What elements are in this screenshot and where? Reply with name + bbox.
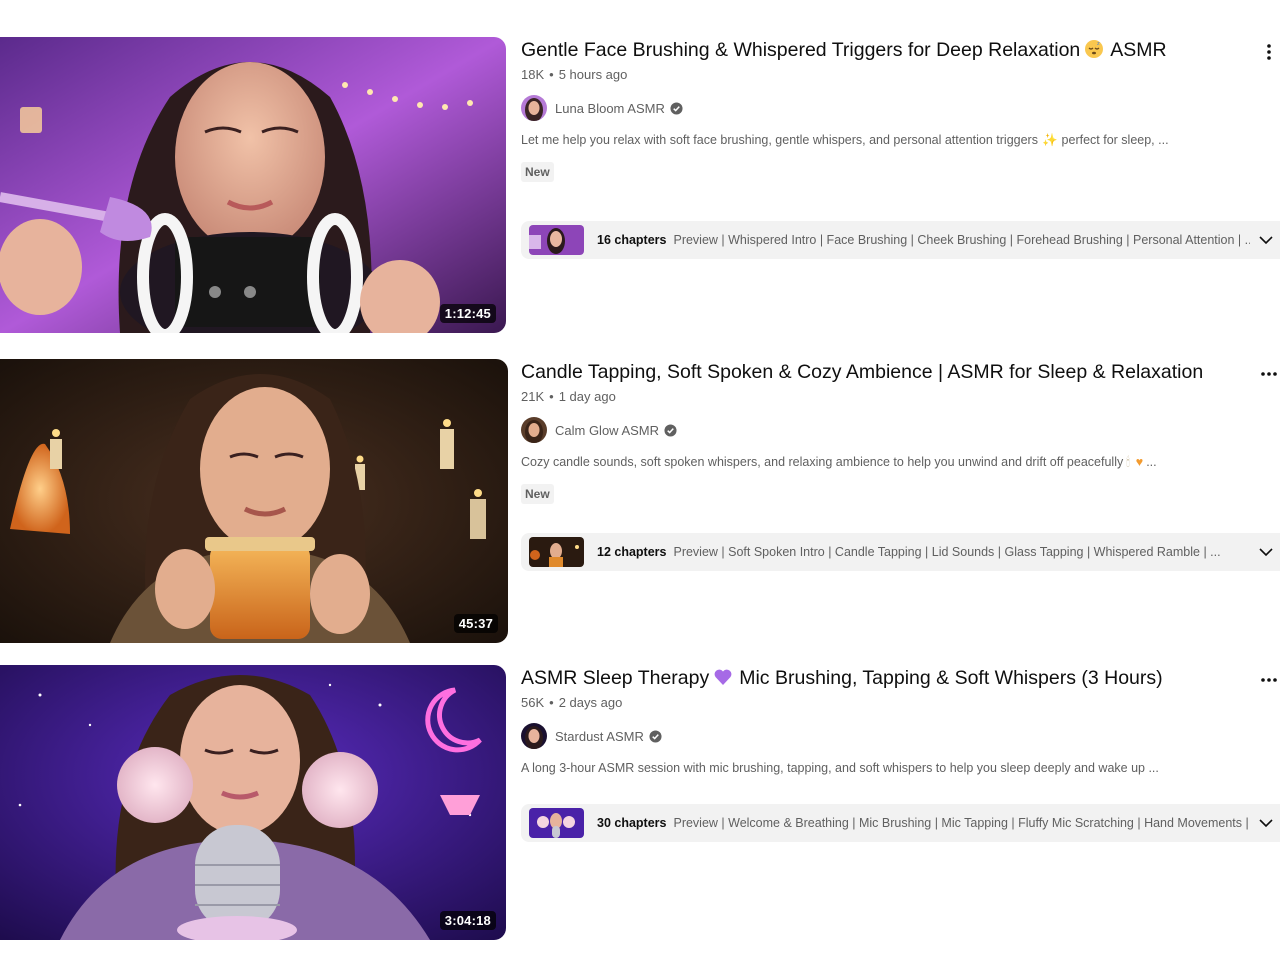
upload-age: 1 day ago	[558, 389, 616, 404]
channel-name[interactable]: Luna Bloom ASMR	[555, 101, 665, 116]
channel-link[interactable]: Luna Bloom ASMR	[521, 95, 1261, 121]
chevron-down-icon[interactable]	[1258, 815, 1274, 831]
svg-text:z: z	[1097, 41, 1100, 47]
video-description: Let me help you relax with soft face bru…	[521, 133, 1261, 148]
description-text: Cozy candle sounds, soft spoken whispers…	[521, 455, 1124, 469]
video-title-2[interactable]: Candle Tapping, Soft Spoken & Cozy Ambie…	[521, 359, 1261, 385]
chapters-list: Preview | Whispered Intro | Face Brushin…	[673, 233, 1250, 247]
orange-heart-emoji-icon: ♥	[1135, 455, 1144, 469]
channel-avatar[interactable]	[521, 417, 547, 443]
chapters-count: 12 chapters	[597, 545, 667, 559]
chapters-list: Preview | Soft Spoken Intro | Candle Tap…	[673, 545, 1221, 559]
verified-check-icon	[649, 729, 662, 743]
new-badge: New	[521, 162, 554, 182]
view-count: 56K	[521, 695, 545, 710]
video-meta: 18K • 5 hours ago	[521, 67, 1261, 82]
channel-name[interactable]: Stardust ASMR	[555, 729, 644, 744]
channel-link[interactable]: Stardust ASMR	[521, 723, 1261, 749]
chapter-thumbnail	[529, 537, 584, 567]
thumbnail-image-1	[0, 37, 506, 333]
channel-name[interactable]: Calm Glow ASMR	[555, 423, 659, 438]
upload-age: 5 hours ago	[558, 67, 628, 82]
video-duration: 1:12:45	[439, 304, 496, 323]
chapter-thumbnail	[529, 808, 584, 838]
chevron-down-icon[interactable]	[1258, 544, 1274, 560]
chapters-count: 30 chapters	[597, 816, 667, 830]
video-description: A long 3-hour ASMR session with mic brus…	[521, 761, 1159, 775]
video-duration: 45:37	[453, 614, 498, 633]
video-duration: 3:04:18	[439, 911, 496, 930]
chapters-expander[interactable]: 30 chapters Preview | Welcome & Breathin…	[521, 804, 1280, 842]
video-meta: 56K • 2 days ago	[521, 695, 1261, 710]
video-thumbnail-3[interactable]: 3:04:18	[0, 665, 506, 940]
chapter-thumbnail	[529, 225, 584, 255]
video-title-part-2: Mic Brushing, Tapping & Soft Whispers (3…	[739, 667, 1163, 689]
channel-avatar[interactable]	[521, 723, 547, 749]
meta-separator: •	[549, 67, 554, 82]
video-description: Cozy candle sounds, soft spoken whispers…	[521, 455, 1261, 470]
verified-check-icon	[670, 101, 683, 115]
more-actions-icon[interactable]	[1258, 41, 1280, 63]
video-title-3[interactable]: ASMR Sleep Therapy Mic Brushing, Tapping …	[521, 665, 1261, 691]
upload-age: 2 days ago	[558, 695, 623, 710]
video-title-part-1: Gentle Face Brushing & Whispered Trigger…	[521, 39, 1081, 61]
purple-heart-emoji-icon	[714, 669, 732, 685]
more-actions-icon[interactable]	[1258, 363, 1280, 385]
more-actions-icon[interactable]	[1258, 669, 1280, 691]
chapters-list: Preview | Welcome & Breathing | Mic Brus…	[673, 816, 1250, 830]
description-text-end: ...	[1146, 455, 1157, 469]
description-text-end: perfect for sleep, ...	[1061, 133, 1169, 147]
video-thumbnail-1[interactable]: 1:12:45	[0, 37, 506, 333]
thumbnail-image-2	[0, 359, 508, 643]
verified-check-icon	[664, 423, 677, 437]
video-meta: 21K • 1 day ago	[521, 389, 1261, 404]
view-count: 21K	[521, 389, 545, 404]
view-count: 18K	[521, 67, 545, 82]
description-text: Let me help you relax with soft face bru…	[521, 133, 1038, 147]
new-badge: New	[521, 484, 554, 504]
chapters-expander[interactable]: 12 chapters Preview | Soft Spoken Intro …	[521, 533, 1280, 571]
video-info-3: ASMR Sleep Therapy Mic Brushing, Tapping …	[521, 665, 1261, 775]
sparkles-emoji-icon: ✨	[1041, 133, 1058, 147]
channel-avatar[interactable]	[521, 95, 547, 121]
video-title-part-2: ASMR	[1110, 39, 1167, 61]
video-title-part-1: ASMR Sleep Therapy	[521, 667, 710, 689]
meta-separator: •	[549, 389, 554, 404]
thumbnail-image-3	[0, 665, 506, 940]
meta-separator: •	[549, 695, 554, 710]
sleeping-face-emoji-icon: z	[1085, 40, 1104, 58]
chapters-count: 16 chapters	[597, 233, 667, 247]
video-title-1[interactable]: Gentle Face Brushing & Whispered Trigger…	[521, 37, 1261, 63]
chevron-down-icon[interactable]	[1258, 232, 1274, 248]
channel-link[interactable]: Calm Glow ASMR	[521, 417, 1261, 443]
video-info-1: Gentle Face Brushing & Whispered Trigger…	[521, 37, 1261, 182]
candle-emoji-icon: 🕯	[1126, 455, 1130, 469]
video-thumbnail-2[interactable]: 45:37	[0, 359, 508, 643]
video-info-2: Candle Tapping, Soft Spoken & Cozy Ambie…	[521, 359, 1261, 504]
chapters-expander[interactable]: 16 chapters Preview | Whispered Intro | …	[521, 221, 1280, 259]
